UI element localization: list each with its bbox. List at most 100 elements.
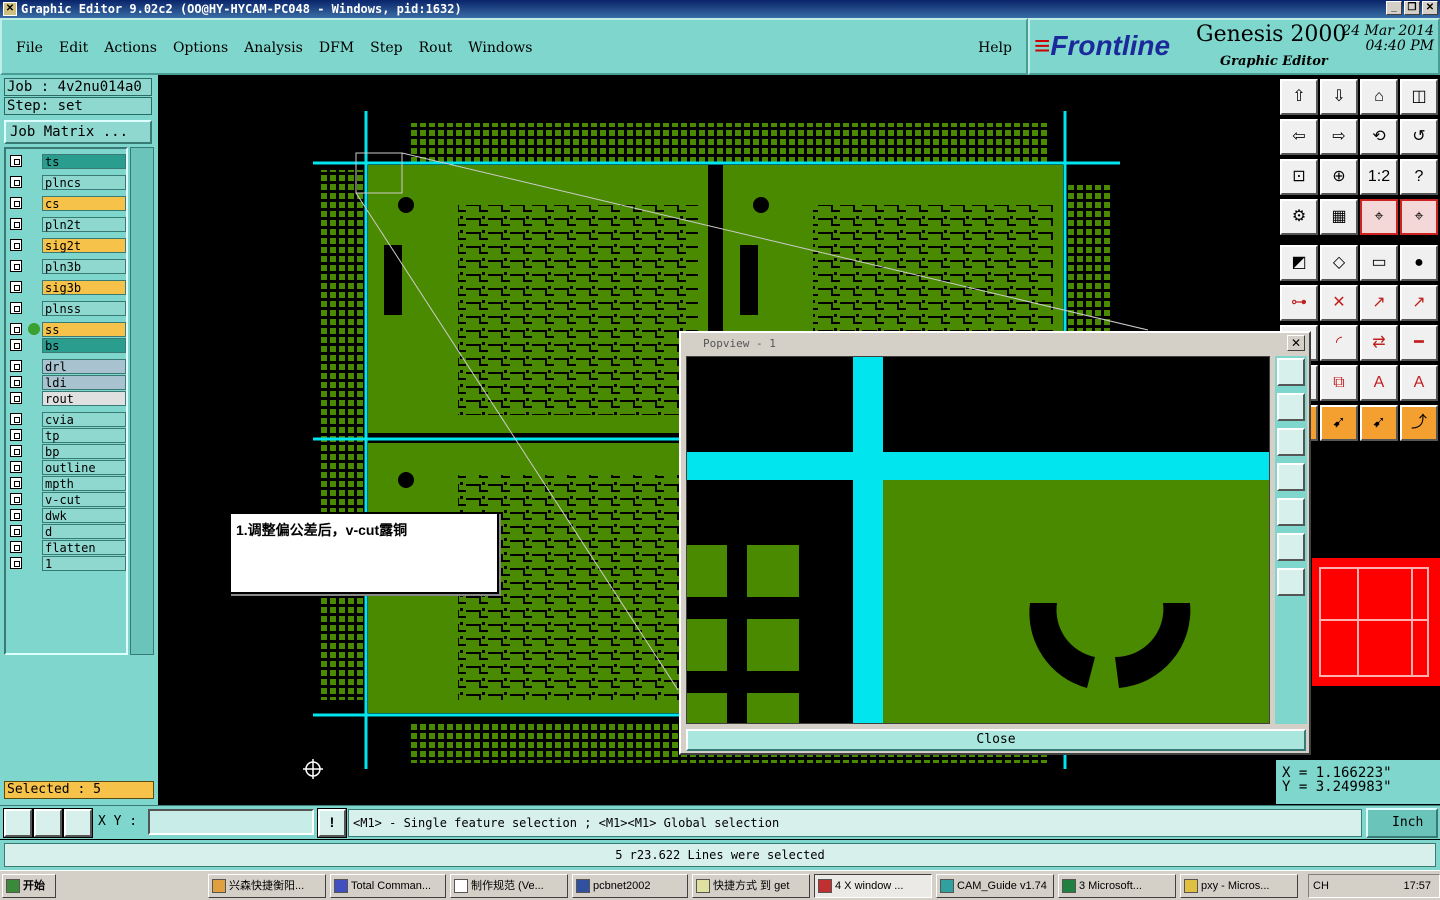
layer-checkbox[interactable] <box>10 281 22 293</box>
home-icon[interactable]: ⌂ <box>1359 78 1399 116</box>
select-node2-icon[interactable]: ↗ <box>1399 284 1439 322</box>
layer-row-plnss[interactable]: plnss <box>8 301 126 316</box>
layer-row-plncs[interactable]: plncs <box>8 175 126 190</box>
layer-row-drl[interactable]: drl <box>8 359 126 374</box>
add-shape-icon[interactable]: ◇ <box>1319 244 1359 282</box>
task-9[interactable]: pxy - Micros... <box>1180 874 1298 898</box>
help-icon[interactable]: ? <box>1399 158 1439 196</box>
task-4[interactable]: pcbnet2002 <box>572 874 688 898</box>
text-icon[interactable]: A <box>1359 364 1399 402</box>
task-7[interactable]: CAM_Guide v1.74 <box>936 874 1054 898</box>
menu-analysis[interactable]: Analysis <box>244 40 303 56</box>
task-5[interactable]: 快捷方式 到 get <box>692 874 810 898</box>
layer-row-ts[interactable]: ts <box>8 154 126 169</box>
split-window-icon[interactable]: ◫ <box>1399 78 1439 116</box>
menu-dfm[interactable]: DFM <box>319 40 354 56</box>
layer-row-bp[interactable]: bp <box>8 444 126 459</box>
layer-name[interactable]: outline <box>42 460 126 475</box>
layer-row-ss[interactable]: ss <box>8 322 126 337</box>
start-button[interactable]: 开始 <box>2 874 56 898</box>
layer-name[interactable]: ts <box>42 154 126 169</box>
popview-close-button[interactable]: Close <box>686 729 1306 751</box>
layer-name[interactable]: bp <box>42 444 126 459</box>
layer-name[interactable]: 1 <box>42 556 126 571</box>
snap-icon[interactable] <box>3 808 33 838</box>
layer-row-1[interactable]: 1 <box>8 556 126 571</box>
menu-file[interactable]: File <box>16 40 43 56</box>
pointer-icon[interactable]: ➹ <box>1319 404 1359 442</box>
pointer2-icon[interactable]: ➹ <box>1359 404 1399 442</box>
layer-checkbox[interactable] <box>10 509 22 521</box>
redraw-icon[interactable]: ↺ <box>1399 118 1439 156</box>
menu-options[interactable]: Options <box>173 40 228 56</box>
pan-right-icon[interactable]: ⇨ <box>1319 118 1359 156</box>
layer-checkbox[interactable] <box>10 339 22 351</box>
layer-checkbox[interactable] <box>10 413 22 425</box>
layer-name[interactable]: rout <box>42 391 126 406</box>
layer-checkbox[interactable] <box>10 445 22 457</box>
popview-pan-right-icon[interactable] <box>1277 498 1305 526</box>
layer-name[interactable]: plncs <box>42 175 126 190</box>
layer-checkbox[interactable] <box>10 429 22 441</box>
layer-checkbox[interactable] <box>10 557 22 569</box>
close-window-button[interactable]: ✕ <box>1422 1 1438 15</box>
layer-checkbox[interactable] <box>10 461 22 473</box>
connect-nodes-icon[interactable]: ⊶ <box>1279 284 1319 322</box>
popview-close-icon[interactable]: ✕ <box>1287 335 1305 351</box>
grid-toggle-icon[interactable]: ▦ <box>1319 198 1359 236</box>
layer-name[interactable]: mpth <box>42 476 126 491</box>
layer-name[interactable]: sig3b <box>42 280 126 295</box>
zoom-center-icon[interactable]: ⊕ <box>1319 158 1359 196</box>
layer-name[interactable]: bs <box>42 338 126 353</box>
layer-checkbox[interactable] <box>10 239 22 251</box>
layer-checkbox[interactable] <box>10 218 22 230</box>
layer-row-outline[interactable]: outline <box>8 460 126 475</box>
layer-checkbox[interactable] <box>10 176 22 188</box>
layer-row-v-cut[interactable]: v-cut <box>8 492 126 507</box>
layer-row-tp[interactable]: tp <box>8 428 126 443</box>
layer-name[interactable]: ldi <box>42 375 126 390</box>
popview-fit-icon[interactable] <box>1277 533 1305 561</box>
restore-button[interactable]: ❐ <box>1404 1 1420 15</box>
layer-row-flatten[interactable]: flatten <box>8 540 126 555</box>
snap-red2-icon[interactable]: ⌖ <box>1399 198 1439 236</box>
layer-name[interactable]: v-cut <box>42 492 126 507</box>
add-pad-icon[interactable]: ◩ <box>1279 244 1319 282</box>
layer-name[interactable]: cs <box>42 196 126 211</box>
zoom-home-icon[interactable]: ⇧ <box>1279 78 1319 116</box>
add-circle-icon[interactable]: ● <box>1399 244 1439 282</box>
popview-pan-up-icon[interactable] <box>1277 393 1305 421</box>
layer-row-cvia[interactable]: cvia <box>8 412 126 427</box>
layer-row-cs[interactable]: cs <box>8 196 126 211</box>
snap-red-icon[interactable]: ⌖ <box>1359 198 1399 236</box>
layer-row-mpth[interactable]: mpth <box>8 476 126 491</box>
task-1[interactable]: 兴森快捷衡阳... <box>208 874 326 898</box>
menu-windows[interactable]: Windows <box>468 40 532 56</box>
layer-name[interactable]: ss <box>42 322 126 337</box>
task-6[interactable]: 4 X window ... <box>814 874 932 898</box>
layer-row-d[interactable]: d <box>8 524 126 539</box>
layer-checkbox[interactable] <box>10 376 22 388</box>
measure-icon[interactable] <box>33 808 63 838</box>
units-selector[interactable]: Inch <box>1366 808 1438 838</box>
menu-rout[interactable]: Rout <box>419 40 453 56</box>
layer-name[interactable]: plnss <box>42 301 126 316</box>
popview-canvas[interactable] <box>686 356 1270 724</box>
popview-zoom-icon[interactable] <box>1277 358 1305 386</box>
popview-pan-down-icon[interactable] <box>1277 428 1305 456</box>
grid-icon[interactable] <box>63 808 93 838</box>
menu-step[interactable]: Step <box>370 40 402 56</box>
layer-name[interactable]: drl <box>42 359 126 374</box>
minimize-button[interactable]: _ <box>1386 1 1402 15</box>
layer-checkbox[interactable] <box>10 197 22 209</box>
layer-name[interactable]: pln3b <box>42 259 126 274</box>
layer-row-pln3b[interactable]: pln3b <box>8 259 126 274</box>
layer-name[interactable]: d <box>42 524 126 539</box>
layer-name[interactable]: sig2t <box>42 238 126 253</box>
arc-icon[interactable]: ◜ <box>1319 324 1359 362</box>
text-outline-icon[interactable]: A <box>1399 364 1439 402</box>
cut-line-icon[interactable]: ━ <box>1399 324 1439 362</box>
menu-actions[interactable]: Actions <box>104 40 157 56</box>
menu-help[interactable]: Help <box>978 40 1012 56</box>
layer-name[interactable]: cvia <box>42 412 126 427</box>
